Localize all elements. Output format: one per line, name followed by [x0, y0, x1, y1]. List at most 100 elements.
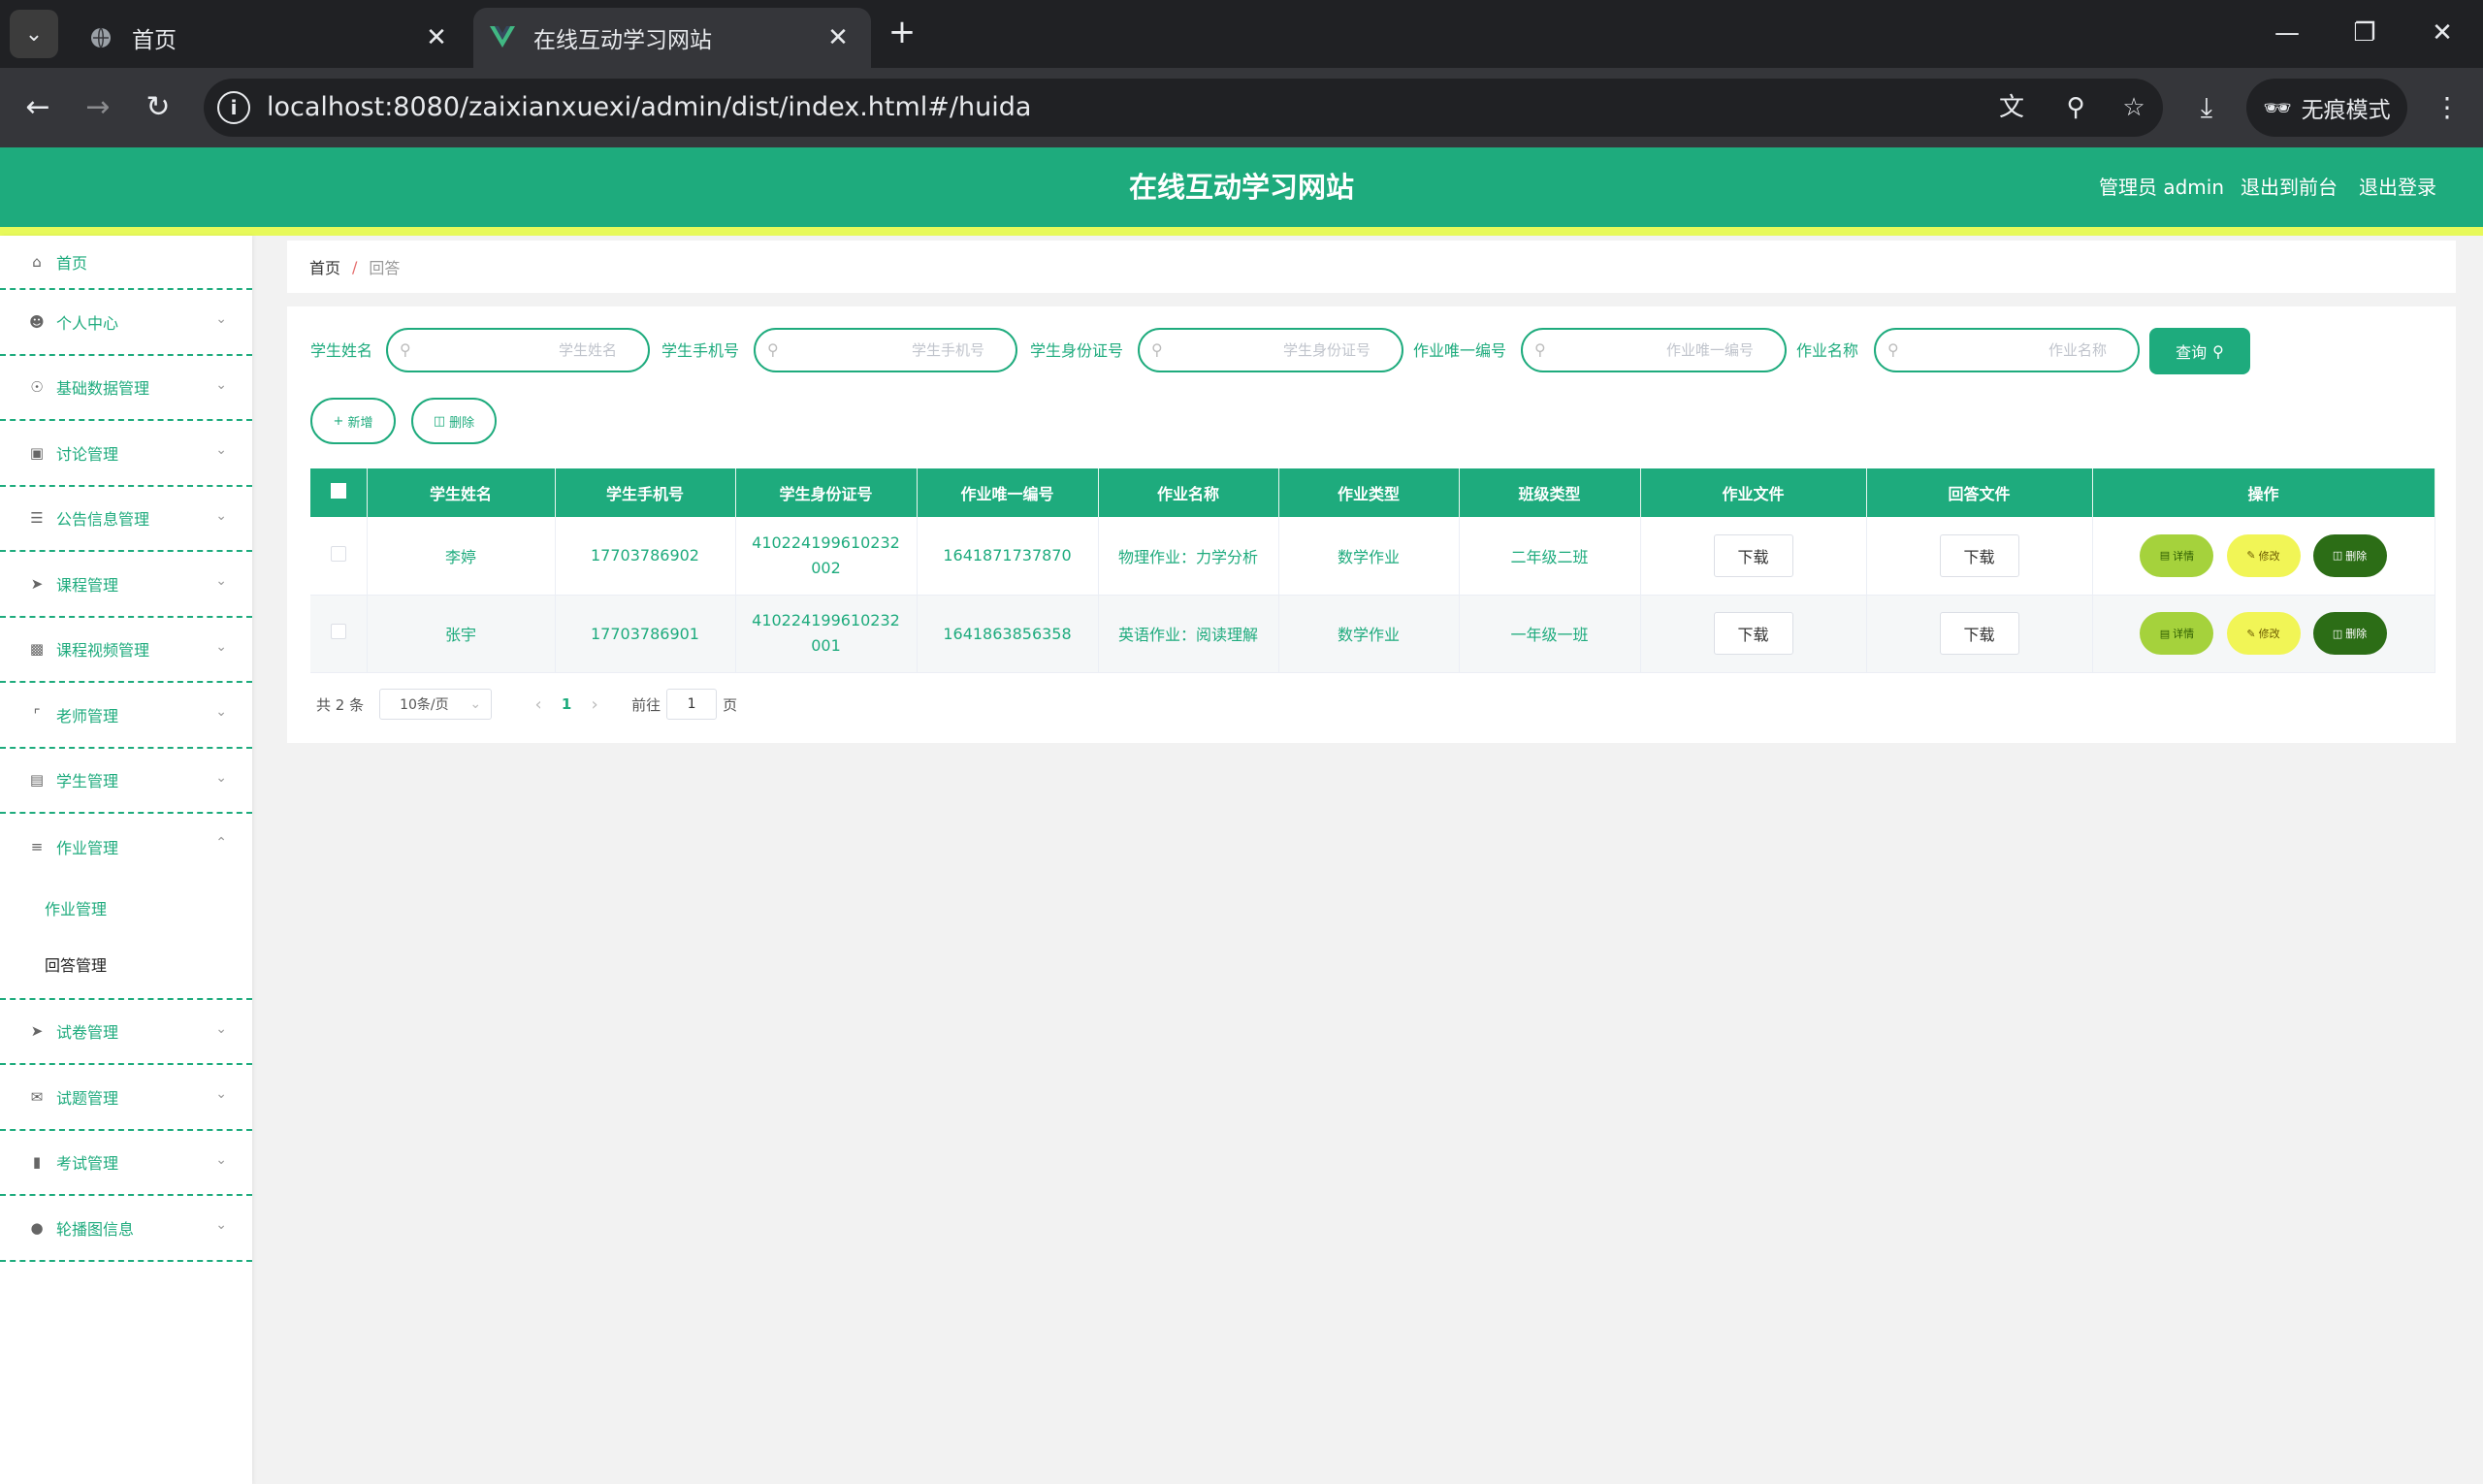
edit-icon: ✎: [2246, 549, 2256, 563]
next-page-button[interactable]: ›: [573, 694, 616, 715]
document-icon: ▤: [2159, 549, 2171, 563]
sidebar-item-profile[interactable]: ☻ 个人中心 ⌄: [0, 290, 252, 356]
sidebar-subitem-homework-manage[interactable]: 作业管理: [0, 880, 252, 936]
search-input-homework-no[interactable]: [1562, 338, 1754, 363]
sidebar-item-basic-data[interactable]: ☉ 基础数据管理 ⌄: [0, 356, 252, 421]
url-text[interactable]: localhost:8080/zaixianxuexi/admin/dist/i…: [267, 79, 1031, 137]
batch-delete-button[interactable]: ◫ 删除: [411, 398, 497, 444]
search-field-student-id[interactable]: ⚲: [1138, 328, 1403, 372]
reload-button[interactable]: ↻: [136, 85, 180, 130]
search-field-student-name[interactable]: ⚲: [386, 328, 650, 372]
forward-button[interactable]: →: [76, 85, 120, 130]
incognito-badge[interactable]: 🕶 无痕模式: [2246, 79, 2407, 137]
sidebar-item-homework[interactable]: ≡ 作业管理 ⌃: [0, 814, 252, 880]
row-checkbox[interactable]: [330, 624, 346, 639]
chevron-down-icon: ⌄: [215, 1151, 227, 1168]
chevron-down-icon: ⌄: [215, 442, 227, 458]
mail-icon: ✉: [30, 1087, 44, 1106]
close-icon[interactable]: ✕: [819, 23, 857, 52]
column-header: 学生姓名: [367, 468, 556, 517]
row-select-cell[interactable]: [310, 517, 368, 596]
search-field-homework-name[interactable]: ⚲: [1874, 328, 2140, 372]
window-close-button[interactable]: ✕: [2413, 12, 2471, 54]
sidebar-item-label: 轮播图信息: [56, 1219, 135, 1239]
tab-search-button[interactable]: ⌄: [10, 10, 58, 58]
delete-button[interactable]: ◫ 删除: [2312, 612, 2387, 655]
cell-answer-file: 下载: [1866, 595, 2093, 673]
site-info-icon[interactable]: i: [217, 91, 250, 124]
detail-button[interactable]: ▤ 详情: [2140, 612, 2214, 655]
browser-tab-active[interactable]: 在线互动学习网站 ✕: [473, 8, 871, 68]
sidebar-item-student[interactable]: ▤ 学生管理 ⌄: [0, 749, 252, 814]
crop-icon: ⌜: [33, 705, 41, 724]
sidebar-item-paper[interactable]: ➤ 试卷管理 ⌄: [0, 1000, 252, 1065]
select-all-cell[interactable]: [310, 468, 368, 517]
sidebar-item-exam[interactable]: ▮ 考试管理 ⌄: [0, 1131, 252, 1196]
detail-label: 详情: [2173, 628, 2195, 640]
row-checkbox[interactable]: [330, 545, 346, 562]
delete-button[interactable]: ◫ 删除: [2312, 533, 2387, 577]
sidebar-item-course-video[interactable]: ▩ 课程视频管理 ⌄: [0, 618, 252, 683]
list-icon: ☰: [30, 509, 44, 528]
sidebar-item-course[interactable]: ➤ 课程管理 ⌄: [0, 552, 252, 618]
logout-link[interactable]: 退出登录: [2359, 147, 2436, 227]
search-input-student-id[interactable]: [1178, 338, 1370, 363]
sidebar-item-teacher[interactable]: ⌜ 老师管理 ⌄: [0, 683, 252, 749]
column-header: 学生身份证号: [735, 468, 918, 517]
download-homework-button[interactable]: 下载: [1713, 612, 1793, 655]
query-button[interactable]: 查询 ⚲: [2149, 328, 2250, 374]
search-input-student-name[interactable]: [427, 338, 617, 363]
page-size-value: 10条/页: [400, 697, 449, 713]
pagination: 共 2 条 10条/页 ⌄ ‹ 1 › 前往 页: [316, 687, 737, 722]
sidebar-item-discussion[interactable]: ▣ 讨论管理 ⌄: [0, 421, 252, 487]
select-all-checkbox[interactable]: [330, 483, 346, 499]
edit-button[interactable]: ✎ 修改: [2226, 612, 2301, 655]
download-icon[interactable]: ⤓: [2184, 85, 2229, 130]
goto-page-input[interactable]: [666, 689, 718, 720]
download-homework-button[interactable]: 下载: [1713, 533, 1793, 577]
sidebar-item-home[interactable]: ⌂ 首页: [0, 236, 252, 290]
chevron-down-icon: ⌄: [215, 1020, 227, 1037]
prev-page-button[interactable]: ‹: [517, 694, 560, 715]
admin-user-label: 管理员 admin: [2099, 176, 2225, 199]
add-button-label: 新增: [347, 415, 373, 431]
detail-button[interactable]: ▤ 详情: [2140, 533, 2214, 577]
close-icon[interactable]: ✕: [417, 23, 456, 52]
search-field-homework-no[interactable]: ⚲: [1521, 328, 1787, 372]
bookmark-star-icon[interactable]: ☆: [2116, 90, 2151, 125]
column-header: 班级类型: [1459, 468, 1641, 517]
back-to-front-link[interactable]: 退出到前台: [2241, 147, 2338, 227]
column-header: 操作: [2092, 468, 2435, 517]
delete-label: 删除: [2345, 628, 2368, 640]
translate-icon[interactable]: 文: [1994, 90, 2029, 125]
sidebar-item-label: 课程视频管理: [56, 641, 150, 661]
search-input-homework-name[interactable]: [1915, 338, 2107, 363]
sidebar-item-notice[interactable]: ☰ 公告信息管理 ⌄: [0, 487, 252, 552]
edit-button[interactable]: ✎ 修改: [2226, 533, 2301, 577]
breadcrumb-home[interactable]: 首页: [309, 255, 340, 278]
download-answer-button[interactable]: 下载: [1939, 533, 2019, 577]
search-field-student-phone[interactable]: ⚲: [754, 328, 1017, 372]
new-tab-button[interactable]: +: [883, 14, 921, 52]
zoom-icon[interactable]: ⚲: [2058, 90, 2093, 125]
browser-tab-home[interactable]: 首页 ✕: [72, 8, 469, 68]
row-select-cell[interactable]: [310, 595, 368, 673]
cell-student-phone: 17703786902: [555, 517, 736, 596]
download-answer-button[interactable]: 下载: [1939, 612, 2019, 655]
cell-class-type: 二年级二班: [1459, 517, 1641, 596]
sidebar-item-question[interactable]: ✉ 试题管理 ⌄: [0, 1065, 252, 1131]
more-menu-icon[interactable]: ⋮: [2425, 85, 2469, 130]
page-size-select[interactable]: 10条/页 ⌄: [379, 689, 493, 720]
back-button[interactable]: ←: [16, 85, 60, 130]
cell-homework-file: 下载: [1640, 517, 1867, 596]
address-bar[interactable]: i localhost:8080/zaixianxuexi/admin/dist…: [204, 79, 2163, 137]
sidebar-item-carousel[interactable]: ● 轮播图信息 ⌄: [0, 1196, 252, 1262]
search-input-student-phone[interactable]: [794, 338, 984, 363]
page-number-current[interactable]: 1: [560, 695, 573, 713]
trash-icon: ◫: [2332, 627, 2343, 640]
add-button[interactable]: + 新增: [310, 398, 396, 444]
sidebar-subitem-answer-manage[interactable]: 回答管理: [0, 936, 252, 992]
delete-label: 删除: [2345, 549, 2368, 563]
restore-button[interactable]: ❐: [2336, 12, 2394, 54]
minimize-button[interactable]: —: [2258, 12, 2316, 54]
